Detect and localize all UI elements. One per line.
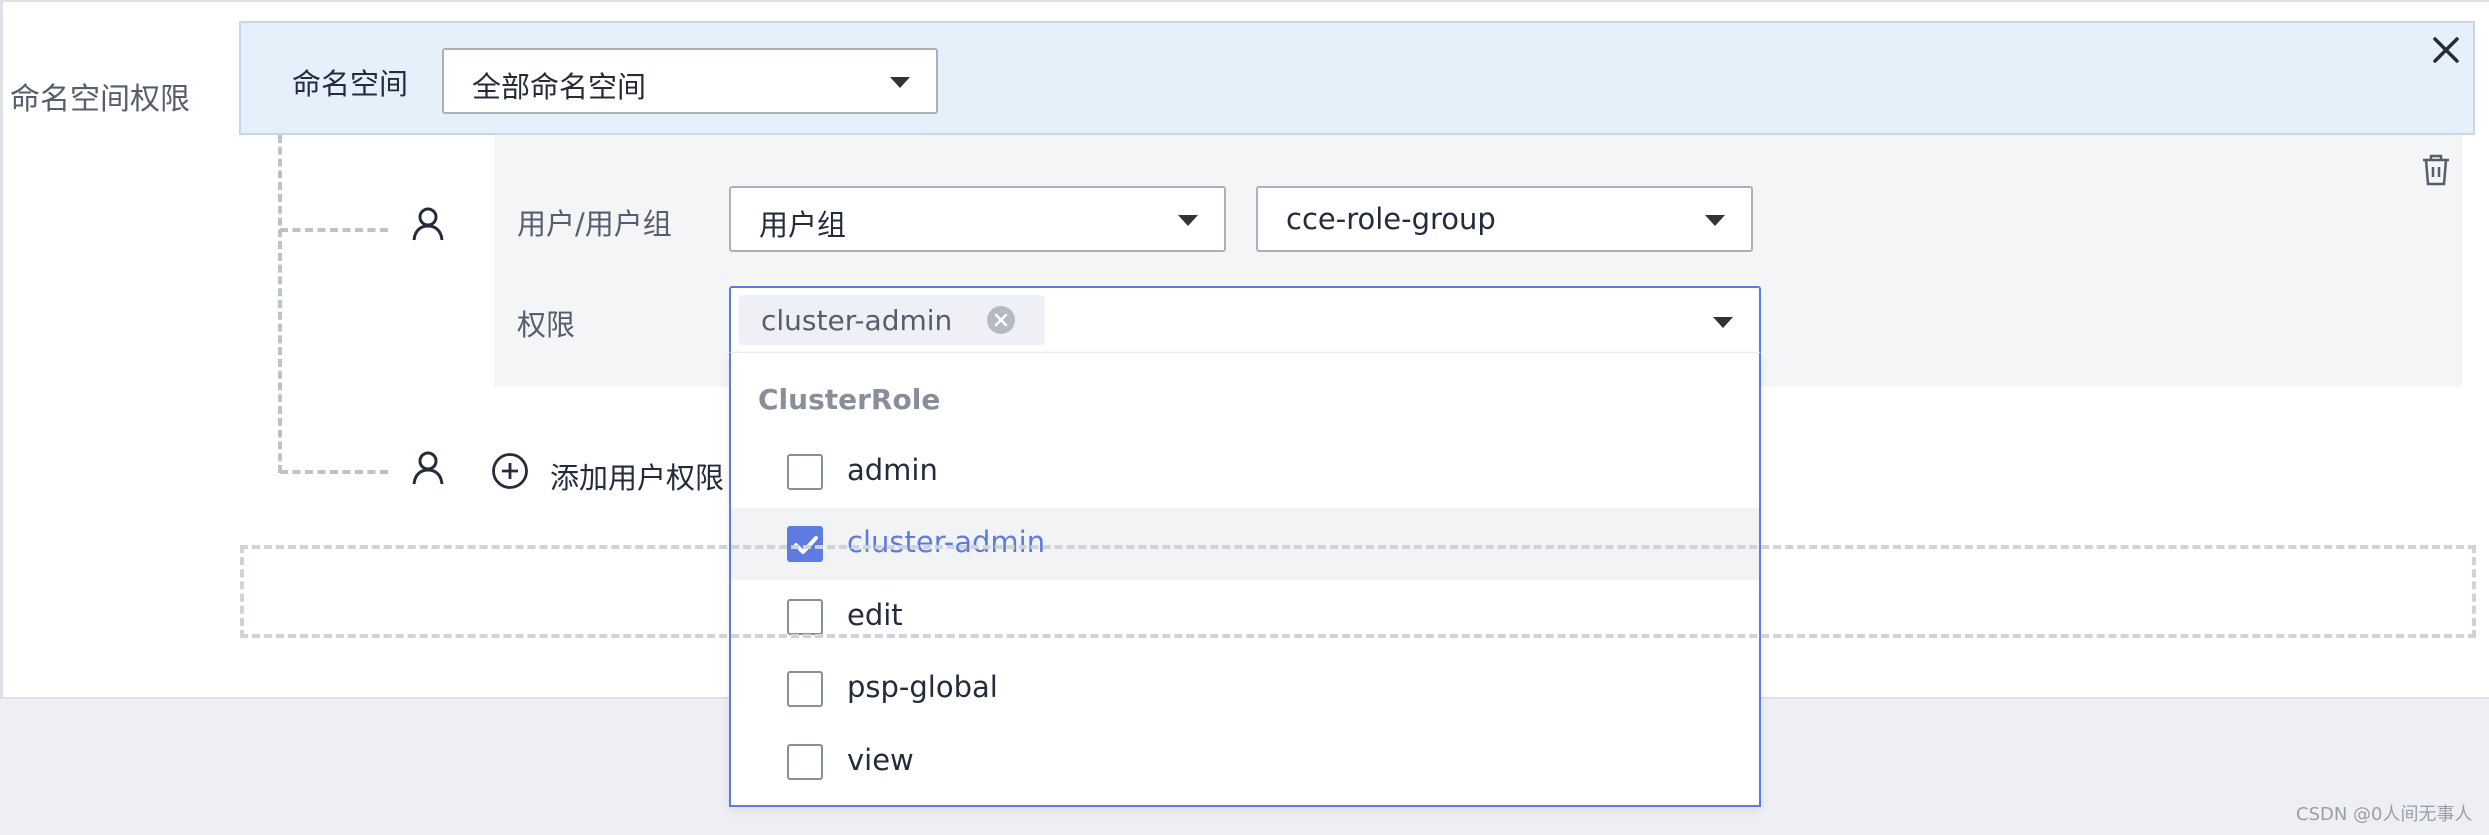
- top-border: [0, 0, 2489, 2]
- user-group-value: cce-role-group: [1286, 202, 1496, 236]
- person-icon: [411, 206, 445, 242]
- option-label: view: [847, 743, 914, 777]
- permission-label: 权限: [517, 308, 576, 342]
- user-type-select[interactable]: 用户组: [729, 186, 1226, 252]
- caret-down-icon: [890, 77, 910, 88]
- caret-down-icon: [1178, 215, 1198, 226]
- tree-connector-branch: [280, 470, 388, 474]
- selected-permission-tag-label: cluster-admin: [761, 304, 953, 337]
- person-icon: [411, 450, 445, 486]
- namespace-select[interactable]: 全部命名空间: [442, 48, 938, 114]
- tree-connector-vertical: [278, 135, 282, 473]
- checkbox[interactable]: [787, 454, 823, 490]
- dropdown-option-view[interactable]: view: [731, 726, 1759, 798]
- option-label: psp-global: [847, 670, 998, 704]
- left-border: [0, 0, 3, 697]
- dropdown-group-title: ClusterRole: [758, 383, 941, 416]
- checkbox[interactable]: [787, 671, 823, 707]
- caret-down-icon: [1705, 215, 1725, 226]
- add-circle-icon: [491, 452, 529, 490]
- add-namespace-permission-area[interactable]: [240, 545, 2476, 638]
- namespace-label: 命名空间: [292, 67, 409, 101]
- user-type-label: 用户/用户组: [517, 207, 672, 241]
- watermark: CSDN @0人间无事人: [2296, 804, 2473, 825]
- option-label: admin: [847, 453, 938, 487]
- clear-tag-icon[interactable]: [987, 306, 1015, 334]
- tree-connector-branch: [280, 228, 388, 232]
- selected-permission-tag: cluster-admin: [739, 295, 1044, 345]
- user-type-value: 用户组: [759, 208, 847, 242]
- namespace-header: 命名空间 全部命名空间: [239, 21, 2475, 135]
- user-group-select[interactable]: cce-role-group: [1256, 186, 1753, 252]
- section-label: 命名空间权限: [10, 82, 190, 117]
- permission-multiselect[interactable]: cluster-admin: [729, 286, 1761, 352]
- checkbox[interactable]: [787, 744, 823, 780]
- dropdown-option-admin[interactable]: admin: [731, 436, 1759, 508]
- delete-icon[interactable]: [2418, 152, 2454, 188]
- close-icon[interactable]: [2426, 30, 2466, 70]
- dropdown-option-psp-global[interactable]: psp-global: [731, 653, 1759, 725]
- namespace-select-value: 全部命名空间: [472, 70, 647, 104]
- caret-down-icon: [1713, 317, 1733, 328]
- add-user-permission-label: 添加用户权限: [550, 461, 725, 495]
